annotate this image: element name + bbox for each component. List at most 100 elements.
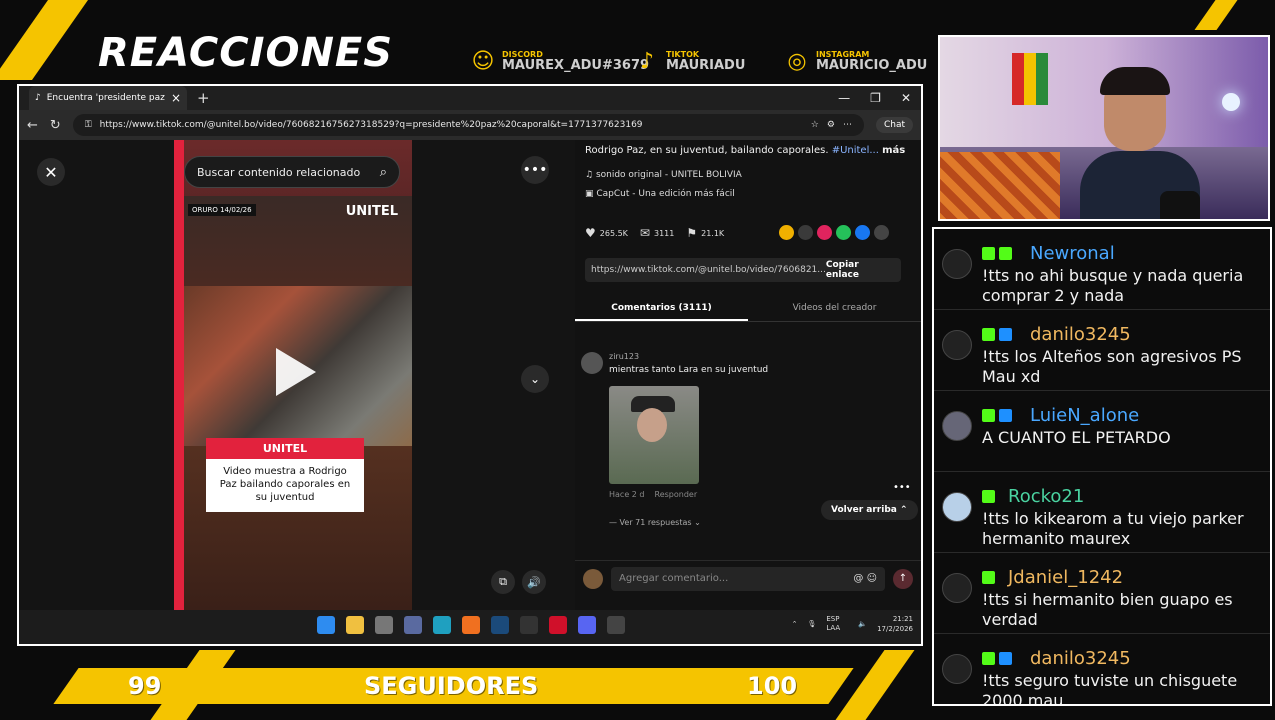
language-indicator[interactable]: ESP LAA xyxy=(826,615,848,633)
instagram-icon: ◎ xyxy=(787,48,807,74)
reply-button[interactable]: Responder xyxy=(655,490,698,499)
back-icon[interactable]: ← xyxy=(27,118,38,133)
favorite-icon[interactable]: ☆ xyxy=(811,120,819,130)
description-text: Rodrigo Paz, en su juventud, bailando ca… xyxy=(585,145,829,156)
comment-username[interactable]: ziru123 xyxy=(609,352,639,361)
description-hashtag[interactable]: #Unitel... xyxy=(832,145,879,156)
epic-icon[interactable] xyxy=(520,616,538,634)
extensions-icon[interactable]: ⚙ xyxy=(827,120,835,130)
tab-creator-videos[interactable]: Videos del creador xyxy=(748,296,921,321)
chat-message: Newronal !tts no ahi busque y nada queri… xyxy=(934,229,1270,310)
close-tab-icon[interactable]: × xyxy=(171,91,181,105)
copy-link-button[interactable]: Copiar enlace xyxy=(826,260,901,280)
search-icon[interactable]: ⌕ xyxy=(380,165,387,180)
add-comment-input[interactable]: Agregar comentario... @ ☺ xyxy=(611,566,885,591)
like-count: 265.5K xyxy=(599,228,628,238)
comment-button[interactable]: ✉ 3111 xyxy=(640,226,674,240)
description-more-link[interactable]: más xyxy=(882,145,905,156)
share-arrow-icon[interactable] xyxy=(874,225,889,240)
overlay-title: REACCIONES xyxy=(98,30,394,76)
browser-window: ♪ Encuentra 'presidente paz caporal × + … xyxy=(17,84,923,646)
close-video-button[interactable]: ✕ xyxy=(37,158,65,186)
video-pane: ORURO 14/02/26 UNITEL UNITEL Video muest… xyxy=(19,140,575,610)
share-orange-icon[interactable] xyxy=(779,225,794,240)
capcut-label: CapCut - Una edición más fácil xyxy=(596,189,735,199)
send-icon[interactable]: ↑ xyxy=(893,568,913,589)
tab-bar: ♪ Encuentra 'presidente paz caporal × + … xyxy=(19,86,921,110)
discord-icon: ☺ xyxy=(471,48,495,74)
edge-icon[interactable] xyxy=(433,616,451,634)
new-tab-button[interactable]: + xyxy=(197,89,210,107)
maximize-button[interactable]: ❐ xyxy=(870,91,881,105)
play-icon[interactable] xyxy=(276,348,316,396)
firefox-icon[interactable] xyxy=(462,616,480,634)
close-window-button[interactable]: ✕ xyxy=(901,91,911,105)
site-info-icon[interactable]: ⚿ xyxy=(85,120,92,130)
app-icon[interactable] xyxy=(404,616,422,634)
chat-avatar xyxy=(942,492,972,522)
opera-icon[interactable] xyxy=(549,616,567,634)
tray-chevron-icon[interactable]: ⌃ xyxy=(792,620,798,628)
tab-comments[interactable]: Comentarios (3111) xyxy=(575,296,748,321)
decor-stripe xyxy=(1194,0,1238,30)
verified-badge-icon xyxy=(999,328,1012,341)
pip-icon[interactable]: ⧉ xyxy=(491,570,515,594)
next-video-chevron-icon[interactable]: ⌄ xyxy=(521,365,549,393)
embed-icon[interactable] xyxy=(798,225,813,240)
social-value: MAURIADU xyxy=(666,57,746,73)
comment-image[interactable] xyxy=(609,386,699,484)
url-text: https://www.tiktok.com/@unitel.bo/video/… xyxy=(99,120,643,130)
file-explorer-icon[interactable] xyxy=(346,616,364,634)
comment-icon: ✉ xyxy=(639,226,650,240)
tab-title: Encuentra 'presidente paz caporal xyxy=(46,93,165,103)
more-menu-icon[interactable]: ⋯ xyxy=(843,120,852,130)
mention-icon[interactable]: @ ☺ xyxy=(853,573,877,584)
volume-icon[interactable]: 🔊 xyxy=(522,570,546,594)
browser-tab[interactable]: ♪ Encuentra 'presidente paz caporal × xyxy=(29,86,187,110)
related-search-input[interactable]: Buscar contenido relacionado ⌕ xyxy=(184,156,400,188)
capcut-info[interactable]: ▣ CapCut - Una edición más fácil xyxy=(585,189,735,199)
url-field[interactable]: ⚿ https://www.tiktok.com/@unitel.bo/vide… xyxy=(72,114,864,136)
share-buttons xyxy=(779,225,889,240)
volume-tray-icon[interactable]: 🔈 xyxy=(858,620,867,628)
more-options-button[interactable]: ••• xyxy=(521,156,549,184)
verified-badge-icon xyxy=(999,409,1012,422)
discord-taskbar-icon[interactable] xyxy=(578,616,596,634)
minimize-button[interactable]: — xyxy=(838,91,850,105)
obs-icon[interactable] xyxy=(607,616,625,634)
music-info[interactable]: ♫ sonido original - UNITEL BOLIVIA xyxy=(585,170,742,180)
facebook-icon[interactable] xyxy=(855,225,870,240)
clock[interactable]: 21:21 17/2/2026 xyxy=(877,614,913,634)
like-button[interactable]: ♥ 265.5K xyxy=(585,226,628,240)
video-red-bar xyxy=(174,140,184,610)
chat-avatar xyxy=(942,330,972,360)
save-count: 21.1K xyxy=(701,228,725,238)
save-button[interactable]: ⚑ 21.1K xyxy=(686,226,724,240)
chat-username: Jdaniel_1242 xyxy=(1008,567,1124,588)
view-replies-label: Ver 71 respuestas xyxy=(619,518,692,527)
chat-username: Newronal xyxy=(1030,243,1115,264)
steam-icon[interactable] xyxy=(491,616,509,634)
microphone-icon[interactable]: 🎙 xyxy=(807,620,816,628)
whatsapp-icon[interactable] xyxy=(836,225,851,240)
settings-icon[interactable] xyxy=(375,616,393,634)
back-to-top-label: Volver arriba xyxy=(831,505,897,515)
caption-header: UNITEL xyxy=(206,438,364,459)
copilot-chat-button[interactable]: Chat xyxy=(875,117,913,133)
video-description: Rodrigo Paz, en su juventud, bailando ca… xyxy=(585,144,910,158)
chat-text: !tts si hermanito bien guapo es verdad xyxy=(982,590,1233,629)
comment-time: Hace 2 d xyxy=(609,490,645,499)
comment-more-icon[interactable]: ••• xyxy=(893,482,911,493)
view-replies-button[interactable]: — Ver 71 respuestas ⌄ xyxy=(609,518,701,527)
heart-icon: ♥ xyxy=(585,226,596,240)
windows-start-icon[interactable] xyxy=(317,616,335,634)
user-avatar xyxy=(583,568,603,589)
comments-pane: Rodrigo Paz, en su juventud, bailando ca… xyxy=(575,140,921,610)
back-to-top-button[interactable]: Volver arriba ⌃ xyxy=(821,500,918,520)
social-instagram: ◎ INSTAGRAM MAURICIO_ADU xyxy=(784,48,927,74)
comment-avatar[interactable] xyxy=(581,352,603,374)
share-red-icon[interactable] xyxy=(817,225,832,240)
video-player[interactable]: ORURO 14/02/26 UNITEL UNITEL Video muest… xyxy=(184,196,412,610)
live-chat: Newronal !tts no ahi busque y nada queri… xyxy=(932,227,1272,706)
reload-icon[interactable]: ↻ xyxy=(50,118,61,133)
